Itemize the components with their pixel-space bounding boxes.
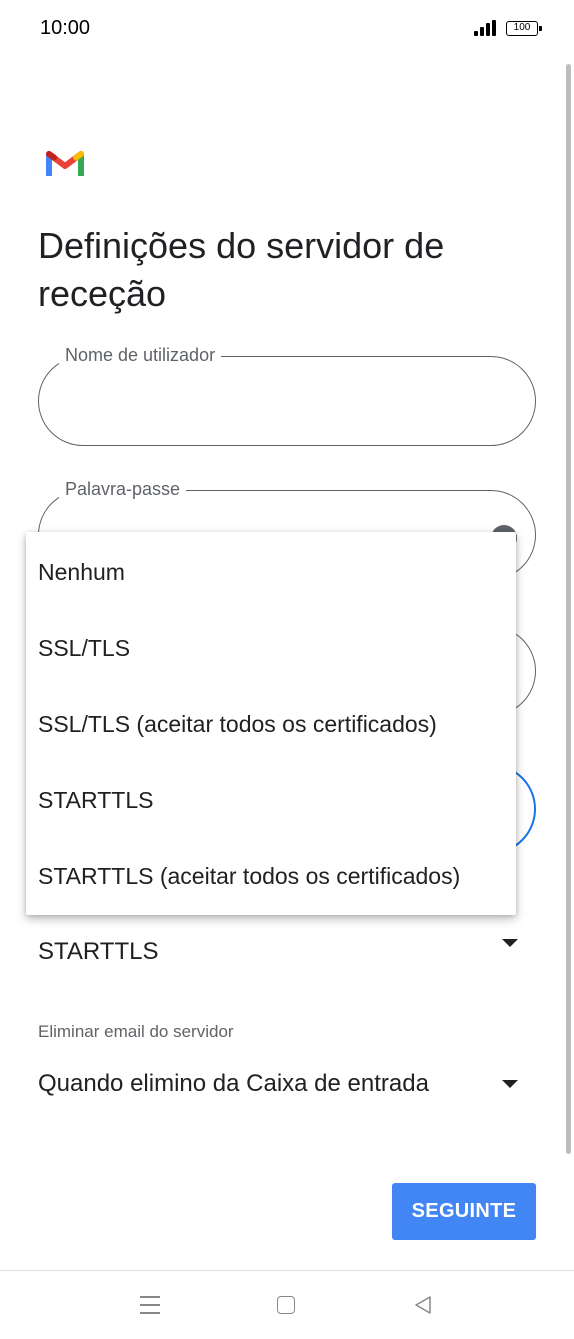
menu-item-starttls[interactable]: STARTTLS [26, 762, 516, 838]
status-time: 10:00 [40, 17, 91, 39]
chevron-down-icon[interactable] [502, 939, 518, 947]
username-label: Nome de utilizador [59, 345, 222, 366]
nav-bar [0, 1270, 574, 1339]
security-type-select[interactable]: STARTTLS [38, 938, 158, 966]
menu-item-ssl-tls[interactable]: SSL/TLS [26, 610, 516, 686]
battery-icon: 100 [506, 21, 542, 36]
menu-item-ssl-tls-all-certs[interactable]: SSL/TLS (aceitar todos os certificados) [26, 686, 516, 762]
scrollbar[interactable] [566, 64, 571, 1154]
chevron-down-icon[interactable] [502, 1080, 518, 1088]
username-field[interactable]: Nome de utilizador [38, 345, 536, 446]
back-icon[interactable] [412, 1294, 434, 1316]
signal-icon [474, 20, 498, 36]
security-type-menu: Nenhum SSL/TLS SSL/TLS (aceitar todos os… [26, 532, 516, 915]
menu-icon[interactable] [140, 1296, 160, 1314]
page-title: Definições do servidor de receção [38, 225, 445, 314]
status-bar: 10:00 100 [0, 0, 574, 58]
menu-item-none[interactable]: Nenhum [26, 534, 516, 610]
delete-email-select[interactable]: Quando elimino da Caixa de entrada [38, 1070, 429, 1098]
delete-email-label: Eliminar email do servidor [38, 1022, 234, 1041]
next-button[interactable]: SEGUINTE [392, 1183, 536, 1240]
gmail-logo [46, 151, 84, 176]
menu-item-starttls-all-certs[interactable]: STARTTLS (aceitar todos os certificados) [26, 838, 516, 914]
home-icon[interactable] [277, 1296, 295, 1314]
screen: 10:00 100 Definições do servidor de rece… [0, 0, 574, 1339]
password-label: Palavra-passe [59, 479, 187, 500]
